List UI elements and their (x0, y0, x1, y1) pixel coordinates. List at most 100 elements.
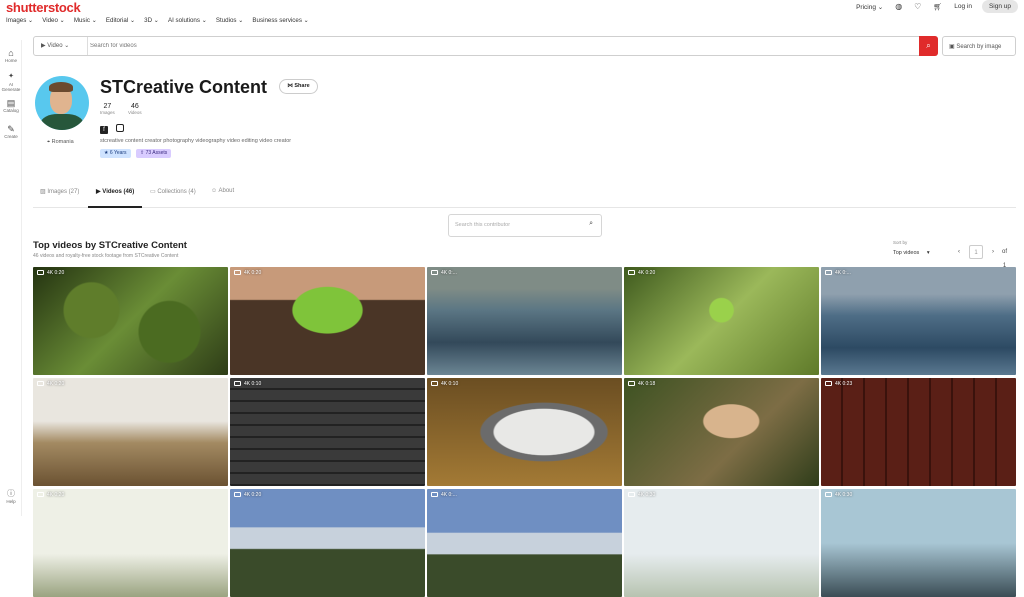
prev-page-button[interactable]: ‹ (952, 245, 966, 259)
videos-count: 46 (130, 103, 139, 110)
search-input[interactable] (90, 38, 910, 54)
nav-music[interactable]: Music ⌄ (74, 17, 97, 24)
rail-home[interactable]: ⌂ Home (0, 48, 22, 63)
heart-icon[interactable]: ♡ (914, 2, 921, 11)
sort-by-label: Sort by (893, 240, 908, 245)
play-icon (234, 492, 241, 498)
video-thumbnail[interactable]: 4K 0:20 (230, 267, 425, 375)
nav-business-services[interactable]: Business services ⌄ (252, 17, 308, 24)
shutterstock-logo[interactable]: shutterstock (6, 0, 81, 15)
nav-images[interactable]: Images ⌄ (6, 17, 33, 24)
tab-collections[interactable]: ▭ Collections (4) (150, 188, 196, 195)
video-duration-label: 4K 0:30 (825, 492, 852, 498)
rail-catalog-label: Catalog (3, 108, 19, 113)
sort-value: Top videos (893, 250, 920, 256)
search-button[interactable]: ⌕ (919, 36, 938, 56)
video-thumbnail[interactable]: 4K 0:20 (33, 378, 228, 486)
video-thumbnail[interactable]: 4K 0:20 (33, 267, 228, 375)
video-thumbnail[interactable]: 4K 0:... (427, 489, 622, 597)
nav-video[interactable]: Video ⌄ (42, 17, 65, 24)
chevron-right-icon: › (992, 249, 994, 255)
video-thumbnail[interactable]: 4K 0:20 (230, 489, 425, 597)
images-count: 27 (103, 103, 112, 110)
video-thumbnail[interactable]: 4K 0:18 (624, 378, 819, 486)
video-duration-label: 4K 0:20 (628, 270, 655, 276)
page-title: STCreative Content (100, 77, 268, 97)
video-type-icon: ▶︎ (41, 43, 46, 49)
upload-icon: ⇧ (140, 150, 145, 156)
left-rail: ⌂ Home ✦ AI Generate ▤ Catalog ✎ Create (0, 40, 22, 516)
home-icon: ⌂ (8, 48, 14, 58)
tab-about[interactable]: ☺ About (211, 188, 234, 194)
video-thumbnail[interactable]: 4K 0:... (821, 267, 1016, 375)
video-thumbnail[interactable]: 4K 0:20 (624, 267, 819, 375)
play-icon (234, 270, 241, 276)
play-icon (628, 492, 635, 498)
facebook-icon[interactable]: f (100, 126, 108, 134)
contributor-search-placeholder: Search this contributor (455, 222, 511, 228)
rail-catalog[interactable]: ▤ Catalog (0, 98, 22, 113)
video-duration-text: 4K 0:23 (835, 381, 853, 387)
video-thumbnail[interactable]: 4K 0:20 (33, 489, 228, 597)
person-icon: ☺ (211, 188, 218, 194)
globe-icon[interactable]: ◍ (895, 2, 902, 11)
nav-ai-solutions[interactable]: AI solutions ⌄ (168, 17, 207, 24)
rail-create[interactable]: ✎ Create (0, 124, 22, 139)
tab-collections-label: Collections (4) (157, 189, 196, 195)
next-page-button[interactable]: › (986, 245, 1000, 259)
image-icon: ▨ (40, 189, 46, 195)
video-duration-label: 4K 0:... (431, 270, 457, 276)
video-thumbnail[interactable]: 4K 0:30 (821, 489, 1016, 597)
login-link[interactable]: Log in (954, 3, 972, 10)
help-button[interactable]: ⓘ Help (2, 488, 20, 504)
cart-icon[interactable]: 🛒︎ (933, 3, 942, 11)
rail-generate-label: AI Generate (1, 82, 21, 92)
signup-button[interactable]: Sign up (981, 0, 1018, 13)
video-duration-label: 4K 0:... (825, 270, 851, 276)
video-thumbnail[interactable]: 4K 0:30 (624, 489, 819, 597)
search-icon[interactable]: ⌕ (589, 220, 593, 228)
video-duration-label: 4K 0:20 (37, 492, 64, 498)
video-thumbnail[interactable]: 4K 0:23 (821, 378, 1016, 486)
caret-down-icon: ▾ (926, 250, 930, 256)
nav-studios[interactable]: Studios ⌄ (216, 17, 244, 24)
video-duration-label: 4K 0:30 (628, 492, 655, 498)
video-duration-text: 4K 0:20 (47, 492, 65, 498)
video-thumbnail[interactable]: 4K 0:10 (230, 378, 425, 486)
page-number-input[interactable]: 1 (969, 245, 983, 259)
video-duration-label: 4K 0:20 (37, 381, 64, 387)
play-icon (825, 270, 832, 276)
country-label: Romania (51, 139, 74, 145)
pricing-menu[interactable]: Pricing ⌄ (856, 3, 883, 11)
instagram-icon[interactable] (116, 124, 125, 132)
share-button[interactable]: ⋈ Share (279, 79, 318, 94)
video-thumbnail[interactable]: 4K 0:10 (427, 378, 622, 486)
video-duration-label: 4K 0:23 (825, 381, 852, 387)
play-icon (825, 381, 832, 387)
help-label: Help (6, 499, 16, 504)
video-duration-text: 4K 0:30 (638, 492, 656, 498)
play-icon (234, 381, 241, 387)
tab-images[interactable]: ▨ Images (27) (40, 188, 79, 195)
tab-videos[interactable]: ▶︎ Videos (46) (96, 188, 134, 195)
video-duration-text: 4K 0:... (441, 492, 457, 498)
search-by-image-button[interactable]: ▣ Search by image (942, 36, 1016, 56)
play-icon (431, 492, 438, 498)
star-icon: ★ (104, 150, 109, 156)
play-icon (37, 270, 44, 276)
avatar (35, 76, 89, 130)
video-duration-text: 4K 0:10 (244, 381, 262, 387)
contributor-search-input[interactable]: Search this contributor ⌕ (448, 214, 602, 237)
search-by-image-label: Search by image (956, 44, 1002, 50)
search-type-label: Video ⌄ (47, 43, 70, 49)
video-duration-label: 4K 0:... (431, 492, 457, 498)
video-duration-label: 4K 0:20 (234, 270, 261, 276)
nav-editorial[interactable]: Editorial ⌄ (106, 17, 135, 24)
nav-3d[interactable]: 3D ⌄ (144, 17, 159, 24)
video-thumbnail[interactable]: 4K 0:... (427, 267, 622, 375)
sort-dropdown[interactable]: Top videos ▾ (893, 250, 930, 256)
rail-ai-generate[interactable]: ✦ AI Generate (0, 72, 22, 92)
search-type-dropdown[interactable]: ▶︎ Video ⌄ (34, 37, 88, 55)
play-icon (825, 492, 832, 498)
play-icon (37, 381, 44, 387)
